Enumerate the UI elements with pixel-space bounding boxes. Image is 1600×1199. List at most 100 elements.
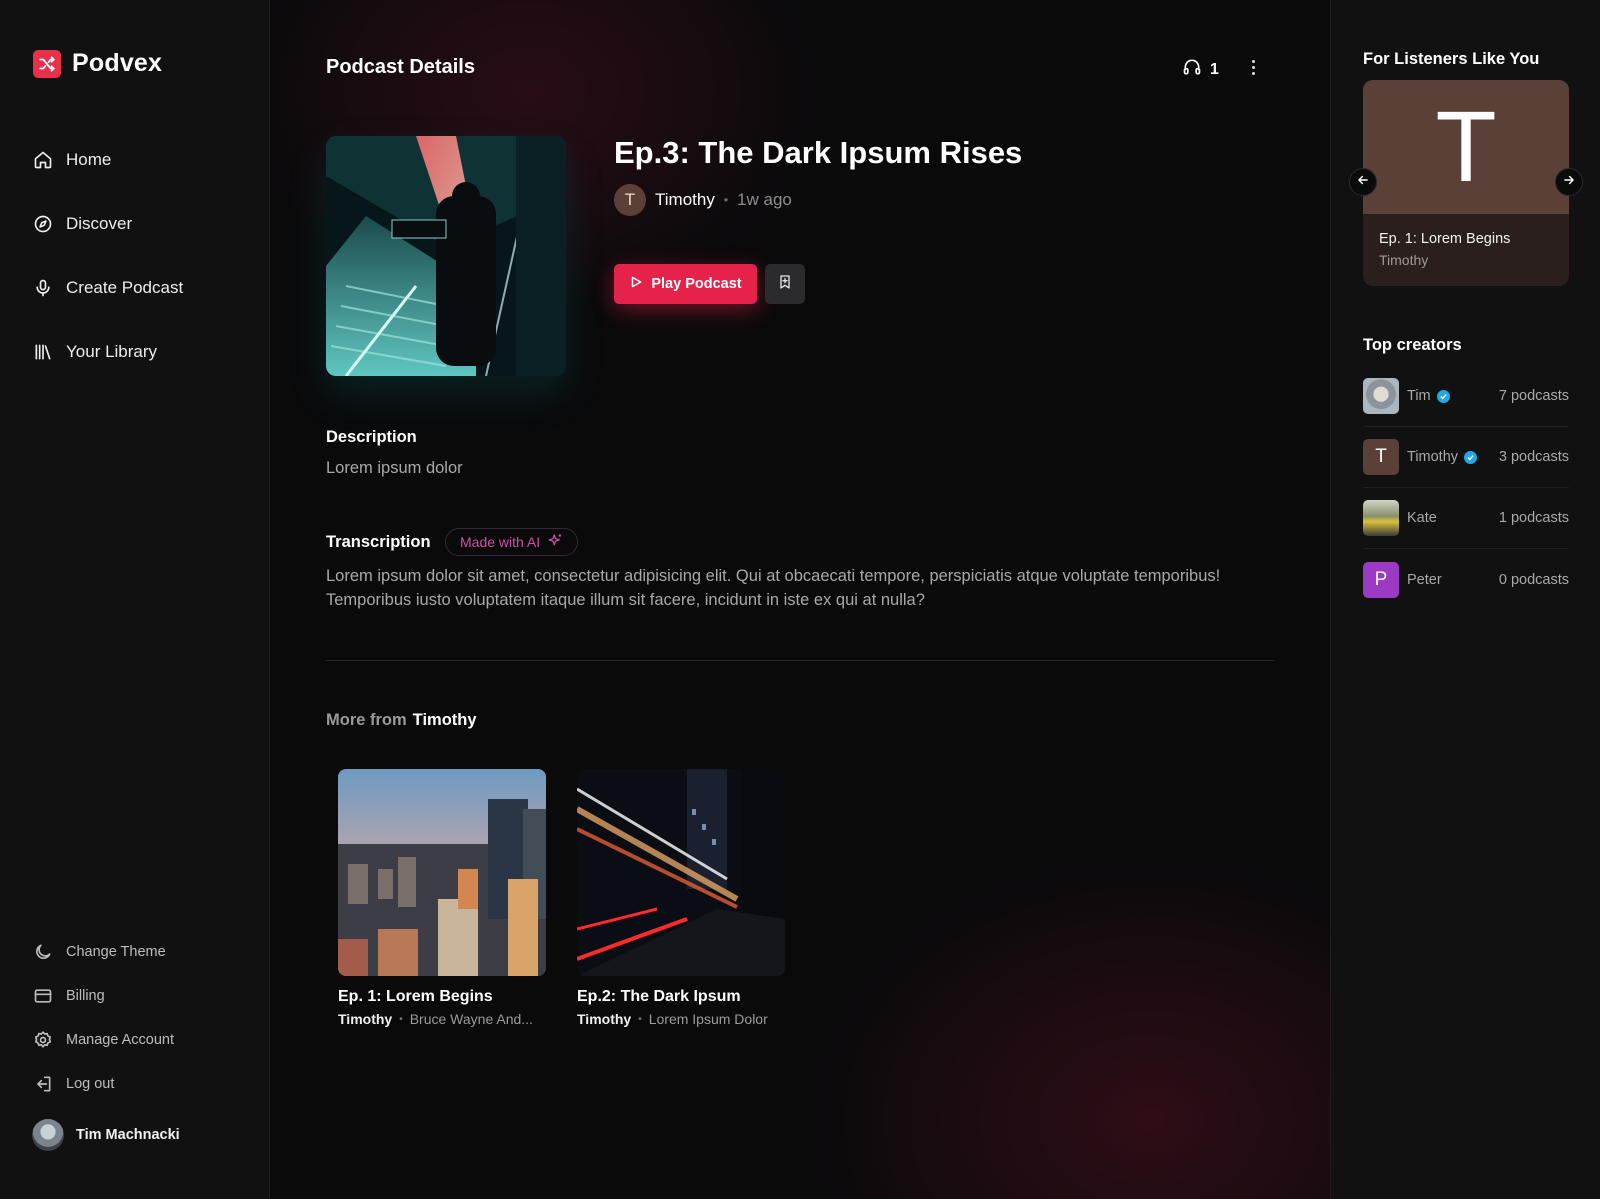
home-icon [33,150,53,170]
episode-card-meta: Timothy • Bruce Wayne And... [338,1011,546,1027]
gear-icon [33,1030,53,1050]
logout-icon [33,1074,53,1094]
creator-name: Timothy [1407,449,1478,465]
nav-item-your-library[interactable]: Your Library [33,338,183,366]
recommended-podcast-author: Timothy [1379,252,1429,268]
creator-row[interactable]: T Timothy 3 podcasts [1363,427,1569,488]
verified-icon [1464,450,1478,464]
more-from-label: More from [326,711,407,729]
listener-count: 1 [1182,57,1219,82]
episode-meta: T Timothy • 1w ago [614,184,792,216]
creator-name-text: Timothy [1407,449,1459,465]
creator-row[interactable]: P Peter 0 podcasts [1363,549,1569,610]
arrow-left-icon [1356,173,1370,192]
creator-avatar: P [1363,561,1399,598]
arrow-right-icon [1562,173,1576,192]
play-label: Play Podcast [651,276,742,292]
description-heading: Description [326,428,417,446]
transcription-text: Lorem ipsum dolor sit amet, consectetur … [326,567,1221,609]
description-text: Lorem ipsum dolor [326,459,463,477]
more-from-heading: More from Timothy [326,711,477,730]
creator-avatar: T [1363,439,1399,475]
menu-label: Manage Account [66,1032,175,1048]
play-podcast-button[interactable]: Play Podcast [614,264,757,304]
creator-name: Peter [1407,572,1442,588]
ai-badge-label: Made with AI [460,534,541,550]
creator-name: Tim [1407,388,1450,404]
change-theme-item[interactable]: Change Theme [33,941,174,963]
play-icon [629,275,643,293]
nav-label: Home [66,150,112,169]
moon-icon [33,942,53,962]
transcription-heading: Transcription [326,533,431,551]
more-from-author[interactable]: Timothy [413,711,477,729]
podcast-cover-image [326,136,566,376]
library-icon [33,342,53,362]
episode-card-title: Ep.2: The Dark Ipsum [577,988,741,1005]
section-divider [326,660,1274,661]
menu-label: Billing [66,988,105,1004]
recommended-podcast-cover: T [1363,80,1569,214]
episode-card-meta: Timothy • Lorem Ipsum Dolor [577,1011,785,1027]
published-time: 1w ago [737,190,792,209]
nav-label: Create Podcast [66,278,184,297]
listener-count-value: 1 [1210,60,1219,78]
top-creators-heading: Top creators [1363,336,1462,354]
episode-card-subtitle: Lorem Ipsum Dolor [648,1011,768,1027]
episode-card-title: Ep. 1: Lorem Begins [338,988,493,1005]
dots-vertical-icon [1251,59,1255,63]
separator-dot: • [723,193,729,207]
billing-item[interactable]: Billing [33,985,174,1007]
episode-card-image [577,769,785,976]
episode-card[interactable]: Ep. 1: Lorem Begins Timothy • Bruce Wayn… [338,769,546,1027]
page-title: Podcast Details [326,56,475,78]
episode-card[interactable]: Ep.2: The Dark Ipsum Timothy • Lorem Ips… [577,769,785,1027]
bookmark-button[interactable] [765,264,805,304]
carousel-next-button[interactable] [1555,168,1583,196]
episode-card-author: Timothy [577,1011,632,1027]
manage-account-item[interactable]: Manage Account [33,1029,174,1051]
recommended-podcast-title: Ep. 1: Lorem Begins [1379,231,1511,247]
nav-label: Your Library [66,342,158,361]
creator-podcast-count: 0 podcasts [1498,571,1569,588]
right-panel: For Listeners Like You T Ep. 1: Lorem Be… [1330,0,1600,1199]
avatar [32,1119,64,1151]
more-options-button[interactable] [1242,56,1264,78]
author-name[interactable]: Timothy [655,190,715,210]
episode-card-image [338,769,546,976]
made-with-ai-badge: Made with AI [445,528,579,556]
creator-name-text: Tim [1407,388,1431,404]
bookmark-plus-icon [777,274,793,295]
recommendations-heading: For Listeners Like You [1363,50,1540,68]
user-name: Tim Machnacki [76,1127,180,1143]
nav-label: Discover [66,214,133,233]
sidebar: Podvex Home Discover Create Podcast Your… [0,0,270,1199]
verified-icon [1436,389,1450,403]
nav-item-discover[interactable]: Discover [33,210,183,238]
nav-item-create-podcast[interactable]: Create Podcast [33,274,183,302]
credit-card-icon [33,986,53,1006]
creator-name: Kate [1407,510,1437,526]
menu-label: Log out [66,1076,115,1092]
episode-card-author: Timothy [338,1011,393,1027]
app-logo[interactable]: Podvex [33,49,162,78]
creator-podcast-count: 3 podcasts [1498,449,1569,465]
episode-card-subtitle: Bruce Wayne And... [409,1011,533,1027]
creator-row[interactable]: Tim 7 podcasts [1363,366,1569,427]
microphone-icon [33,278,53,298]
user-profile[interactable]: Tim Machnacki [32,1119,180,1151]
creator-avatar [1363,500,1399,536]
carousel-prev-button[interactable] [1349,168,1377,196]
creator-name-text: Peter [1407,571,1442,588]
sparkles-icon [548,533,563,551]
author-avatar[interactable]: T [614,184,646,216]
recommended-podcast-card[interactable]: T Ep. 1: Lorem Begins Timothy [1363,80,1569,286]
logout-item[interactable]: Log out [33,1073,174,1095]
creator-podcast-count: 7 podcasts [1498,388,1569,404]
episode-title: Ep.3: The Dark Ipsum Rises [614,135,1023,170]
nav-item-home[interactable]: Home [33,146,183,174]
creator-podcast-count: 1 podcasts [1498,510,1569,526]
creator-row[interactable]: Kate 1 podcasts [1363,488,1569,549]
main-content: Podcast Details 1 Ep.3: The Dark Ipsum R… [270,0,1330,1199]
main-nav: Home Discover Create Podcast Your Librar… [33,146,183,402]
